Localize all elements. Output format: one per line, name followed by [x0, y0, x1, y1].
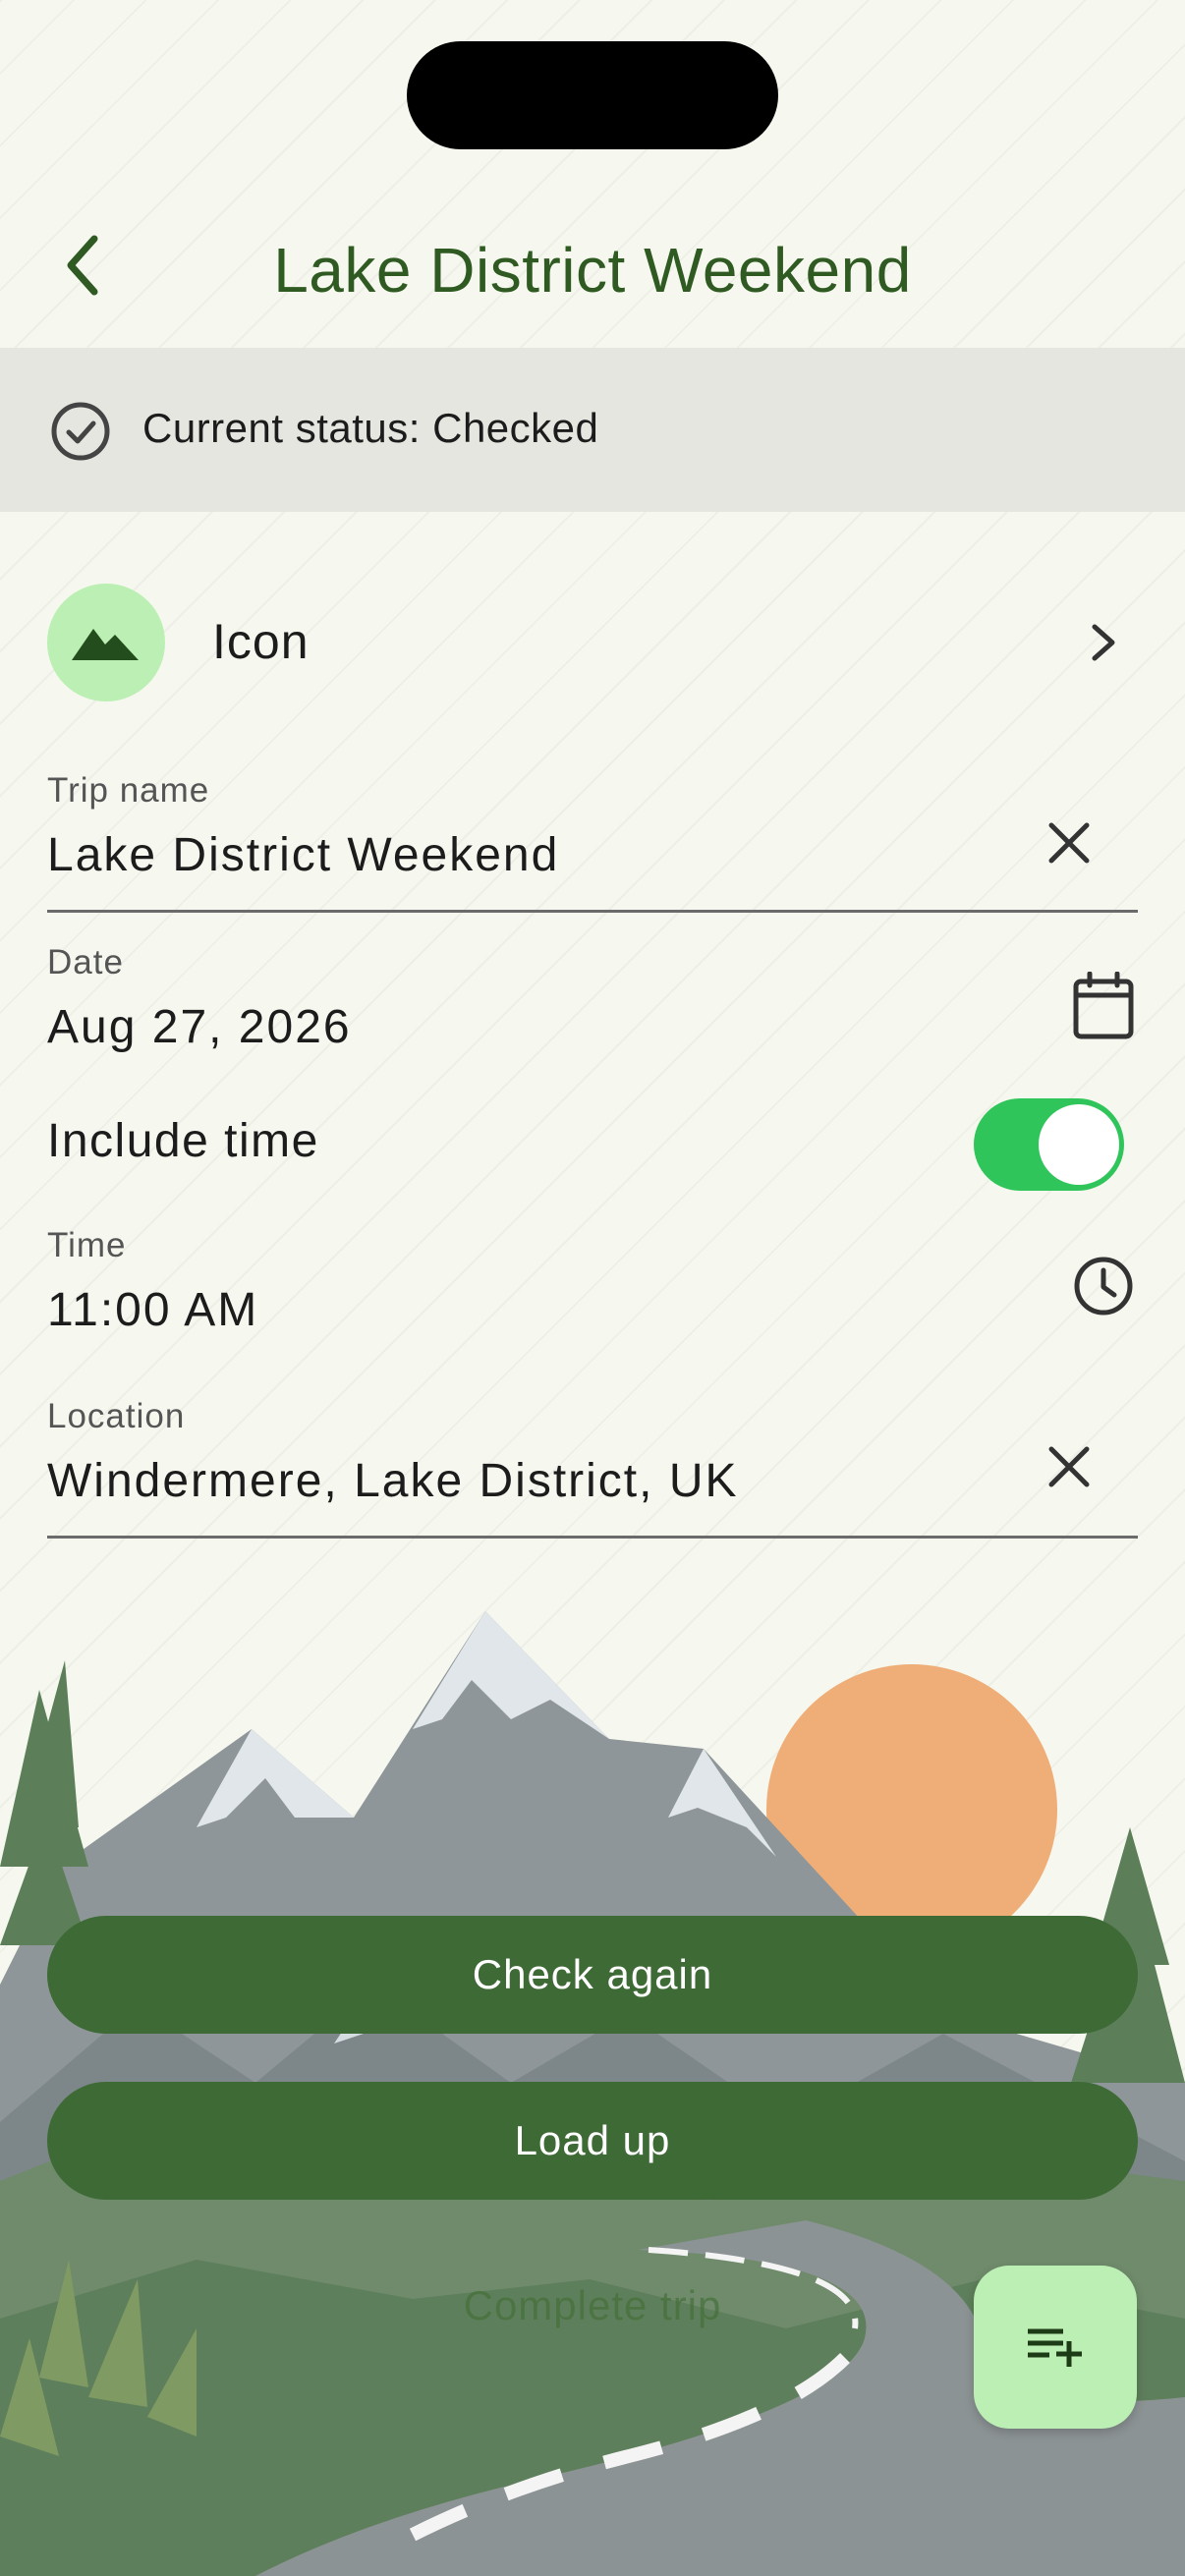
- trip-name-input[interactable]: Lake District Weekend: [47, 828, 559, 882]
- trip-icon-avatar: [47, 584, 165, 701]
- icon-picker-label: Icon: [212, 614, 310, 669]
- date-value: Aug 27, 2026: [47, 1001, 352, 1053]
- close-icon: [1048, 1446, 1090, 1487]
- toggle-knob: [1039, 1104, 1119, 1185]
- include-time-row: Include time: [47, 1091, 1138, 1199]
- trip-name-label: Trip name: [47, 771, 210, 810]
- trip-name-underline: [47, 910, 1138, 913]
- date-field[interactable]: Date Aug 27, 2026: [47, 943, 1138, 1061]
- chevron-right-icon: [1092, 624, 1115, 661]
- date-label: Date: [47, 943, 124, 981]
- location-input[interactable]: Windermere, Lake District, UK: [47, 1454, 739, 1508]
- time-value: 11:00 AM: [47, 1284, 259, 1336]
- calendar-icon: [1073, 972, 1134, 1039]
- clock-icon: [1074, 1257, 1133, 1316]
- location-label: Location: [47, 1397, 186, 1435]
- page-title: Lake District Weekend: [273, 235, 912, 306]
- top-app-bar: Lake District Weekend: [0, 196, 1185, 334]
- location-underline: [47, 1536, 1138, 1539]
- include-time-label: Include time: [47, 1115, 319, 1167]
- check-circle-icon: [51, 402, 110, 461]
- mountain-icon: [72, 629, 139, 660]
- time-label: Time: [47, 1226, 127, 1264]
- time-field[interactable]: Time 11:00 AM: [47, 1226, 1138, 1344]
- icon-picker-row[interactable]: Icon: [0, 578, 1185, 710]
- time-picker-button[interactable]: [1069, 1252, 1138, 1320]
- include-time-toggle[interactable]: [974, 1098, 1124, 1191]
- trip-name-field[interactable]: Trip name Lake District Weekend: [47, 771, 1138, 914]
- clear-location-button[interactable]: [1040, 1432, 1099, 1501]
- close-icon: [1048, 822, 1090, 864]
- add-to-list-fab[interactable]: [974, 2266, 1137, 2429]
- status-text: Current status: Checked: [142, 405, 599, 451]
- status-banner: Current status: Checked: [0, 348, 1185, 512]
- playlist-add-icon: [1028, 2328, 1082, 2367]
- check-again-button[interactable]: Check again: [47, 1916, 1138, 2034]
- location-field[interactable]: Location Windermere, Lake District, UK: [47, 1397, 1138, 1540]
- date-picker-button[interactable]: [1069, 967, 1138, 1045]
- camera-notch: [407, 41, 778, 149]
- load-up-button[interactable]: Load up: [47, 2082, 1138, 2200]
- clear-trip-name-button[interactable]: [1040, 809, 1099, 877]
